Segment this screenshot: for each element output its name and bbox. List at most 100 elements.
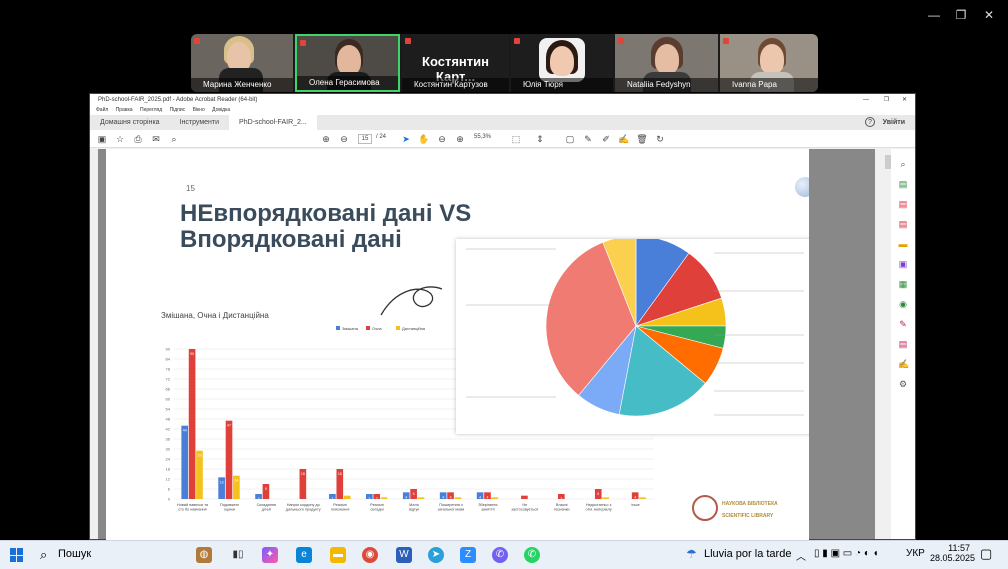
menu-sign[interactable]: Підпис bbox=[170, 107, 186, 113]
participant-tile[interactable]: Марина Женченко bbox=[191, 34, 293, 92]
bar bbox=[188, 349, 196, 499]
search-icon[interactable]: ⌕ bbox=[40, 547, 47, 563]
help-icon[interactable]: ? bbox=[865, 117, 875, 127]
close-button[interactable]: ✕ bbox=[902, 94, 907, 106]
clock[interactable]: 11:57 28.05.2025 bbox=[930, 543, 976, 563]
highlight-icon[interactable]: ✎ bbox=[582, 133, 594, 145]
task-view-icon[interactable]: ▮▯ bbox=[230, 547, 246, 563]
data-label: 6 bbox=[597, 492, 599, 496]
restore-button[interactable]: ❐ bbox=[884, 94, 889, 106]
participant-tile[interactable]: Ivanna Papa bbox=[720, 34, 818, 92]
fill-sign-icon[interactable]: ✎ bbox=[898, 319, 908, 329]
telegram-icon[interactable]: ➤ bbox=[428, 547, 444, 563]
y-tick-label: 84 bbox=[166, 357, 171, 362]
tab-document[interactable]: PhD-school-FAIR_2... bbox=[229, 115, 317, 130]
mail-icon[interactable]: ✉ bbox=[150, 133, 162, 145]
tab-home[interactable]: Домашня сторінка bbox=[90, 115, 170, 130]
select-cursor-icon[interactable]: ➤ bbox=[400, 133, 412, 145]
x-tick-label: Власні позначки bbox=[554, 503, 570, 512]
chevron-up-icon[interactable]: ︿ bbox=[796, 548, 806, 563]
participant-tile[interactable]: Nataliia Fedyshyn bbox=[615, 34, 718, 92]
x-tick-label: Поширення з загальної мови bbox=[438, 503, 465, 512]
more-tools-icon[interactable]: ⚙ bbox=[898, 379, 908, 389]
tray-icons[interactable]: ▯ ▮ ▣ ▭ ◔ ◐ ◖ bbox=[814, 548, 879, 559]
tab-bar: Домашня сторінка Інструменти PhD-school-… bbox=[90, 115, 915, 130]
y-tick-label: 0 bbox=[168, 497, 171, 502]
comment-tool-icon[interactable]: ▬ bbox=[898, 239, 908, 249]
document-area[interactable]: 15 НЕвпорядковані дані VS Впорядковані д… bbox=[98, 149, 891, 541]
minimize-button[interactable]: — bbox=[863, 94, 869, 106]
menu-file[interactable]: Файл bbox=[96, 107, 108, 113]
save-icon[interactable]: ▣ bbox=[96, 133, 108, 145]
create-pdf-icon[interactable]: ▤ bbox=[898, 199, 908, 209]
page-down-icon[interactable]: ⊖ bbox=[338, 133, 350, 145]
chrome-icon[interactable]: ◉ bbox=[362, 547, 378, 563]
participant-tile-active[interactable]: Олена Герасимова bbox=[295, 34, 400, 92]
organize-icon[interactable]: ▦ bbox=[898, 279, 908, 289]
legend-label: Очна bbox=[372, 326, 382, 331]
face bbox=[337, 45, 361, 75]
comment-icon[interactable]: ▢ bbox=[564, 133, 576, 145]
zoom-in-icon[interactable]: ⊕ bbox=[454, 133, 466, 145]
data-label: 3 bbox=[368, 497, 370, 501]
y-tick-label: 72 bbox=[166, 377, 171, 382]
edge-icon[interactable]: e bbox=[296, 547, 312, 563]
search-box[interactable]: Пошук bbox=[58, 548, 91, 560]
minimize-button[interactable]: — bbox=[925, 8, 943, 22]
participant-name: Костянтин Картузов bbox=[402, 78, 509, 92]
data-label: 4 bbox=[487, 495, 489, 499]
whatsapp-icon[interactable]: ✆ bbox=[524, 547, 540, 563]
signin-button[interactable]: Увійти bbox=[883, 115, 905, 130]
participant-tile[interactable]: Костянтин Карт... Костянтин Картузов bbox=[402, 34, 509, 92]
start-button[interactable] bbox=[10, 548, 24, 562]
delete-icon[interactable]: 🗑 bbox=[636, 133, 648, 145]
x-tick-label: Зберігання заняття bbox=[478, 503, 497, 512]
widget-icon[interactable]: ◍ bbox=[196, 547, 212, 563]
zoom-out-icon[interactable]: ⊖ bbox=[436, 133, 448, 145]
clock-date: 28.05.2025 bbox=[930, 553, 976, 563]
participant-name: Ivanna Papa bbox=[720, 78, 818, 92]
input-language[interactable]: УКР bbox=[906, 548, 925, 559]
scroll-mode-icon[interactable]: ⇕ bbox=[534, 133, 546, 145]
page-up-icon[interactable]: ⊕ bbox=[320, 133, 332, 145]
weather-text[interactable]: Lluvia por la tarde bbox=[704, 548, 791, 560]
tab-tools[interactable]: Інструменти bbox=[170, 115, 229, 130]
fit-page-icon[interactable]: ⬚ bbox=[510, 133, 522, 145]
export-pdf-icon[interactable]: ▤ bbox=[898, 179, 908, 189]
data-label: 4 bbox=[479, 495, 481, 499]
menu-help[interactable]: Довідка bbox=[212, 107, 230, 113]
mic-off-icon bbox=[405, 38, 411, 44]
restore-button[interactable]: ❐ bbox=[952, 8, 970, 22]
word-icon[interactable]: W bbox=[396, 547, 412, 563]
edit-pdf-icon[interactable]: ▤ bbox=[898, 219, 908, 229]
search-icon[interactable]: ⌕ bbox=[168, 133, 180, 145]
viber-icon[interactable]: ✆ bbox=[492, 547, 508, 563]
zoom-tool-icon[interactable]: ⌕ bbox=[898, 159, 908, 169]
page-number-input[interactable]: 15 bbox=[358, 134, 372, 144]
sign-icon[interactable]: ✍ bbox=[898, 359, 909, 369]
menu-window[interactable]: Вікно bbox=[193, 107, 205, 113]
compress-icon[interactable]: ◉ bbox=[898, 299, 908, 309]
data-label: 44 bbox=[183, 429, 187, 433]
notifications-icon[interactable]: ▢ bbox=[980, 546, 992, 562]
menu-edit[interactable]: Правка bbox=[116, 107, 133, 113]
copilot-icon[interactable]: ✦ bbox=[262, 547, 278, 563]
data-label: 18 bbox=[301, 472, 305, 476]
participant-tile[interactable]: Юлія Тюря bbox=[511, 34, 613, 92]
draw-icon[interactable]: ✐ bbox=[600, 133, 612, 145]
combine-icon[interactable]: ▣ bbox=[898, 259, 908, 269]
protect-icon[interactable]: ▤ bbox=[898, 339, 908, 349]
y-tick-label: 24 bbox=[166, 457, 171, 462]
hand-icon[interactable]: ✋ bbox=[418, 133, 430, 145]
zoom-level[interactable]: 55,3% bbox=[474, 134, 491, 140]
menu-view[interactable]: Перегляд bbox=[140, 107, 162, 113]
rotate-icon[interactable]: ↻ bbox=[654, 133, 666, 145]
zoom-icon[interactable]: Z bbox=[460, 547, 476, 563]
y-tick-label: 30 bbox=[166, 447, 171, 452]
print-icon[interactable]: ⎙ bbox=[132, 133, 144, 145]
close-button[interactable]: ✕ bbox=[980, 8, 998, 22]
legend-label: Дистанційна bbox=[402, 326, 426, 331]
file-explorer-icon[interactable]: ▬ bbox=[330, 547, 346, 563]
bookmark-icon[interactable]: ☆ bbox=[114, 133, 126, 145]
stamp-icon[interactable]: ✍ bbox=[618, 133, 630, 145]
